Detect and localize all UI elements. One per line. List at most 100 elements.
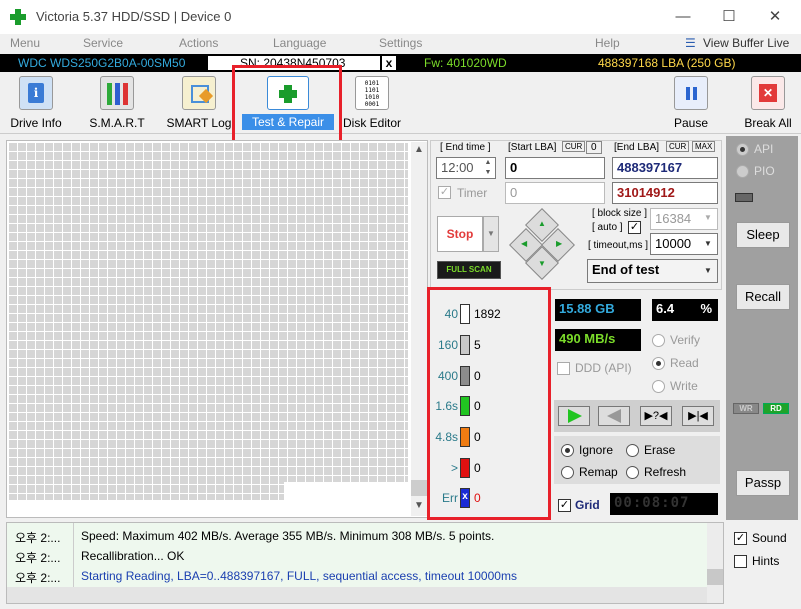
play-icon[interactable] bbox=[558, 406, 590, 426]
end-lba-label: [End LBA] bbox=[614, 142, 660, 153]
auto-checkbox[interactable]: ✓ bbox=[628, 221, 641, 234]
scroll-down-icon[interactable]: ▼ bbox=[414, 500, 424, 511]
break-all-button[interactable]: ✕ Break All bbox=[740, 76, 796, 130]
end-cur-button[interactable]: CUR bbox=[666, 141, 690, 152]
recall-button[interactable]: Recall bbox=[736, 284, 790, 310]
start-lba-input[interactable]: 0 bbox=[505, 157, 605, 179]
refresh-label: Refresh bbox=[644, 465, 687, 479]
passp-button[interactable]: Passp bbox=[736, 470, 790, 496]
notepad-icon bbox=[182, 76, 216, 110]
hints-checkbox[interactable] bbox=[734, 555, 747, 568]
maximize-button[interactable]: ☐ bbox=[714, 6, 744, 28]
timeout-label: [ timeout,ms ] bbox=[588, 240, 649, 251]
sleep-button[interactable]: Sleep bbox=[736, 222, 790, 248]
close-drive-icon[interactable]: x bbox=[382, 56, 396, 70]
stop-button[interactable]: Stop bbox=[437, 216, 483, 252]
end-time-spinner-icon[interactable]: ▲ ▼ bbox=[481, 158, 495, 178]
smart-log-label: SMART Log bbox=[166, 116, 232, 130]
end-max-button[interactable]: MAX bbox=[692, 141, 716, 152]
minimize-button[interactable]: — bbox=[668, 6, 698, 28]
auto-label: [ auto ] bbox=[592, 222, 623, 233]
smart-button[interactable]: S.M.A.R.T bbox=[86, 76, 148, 130]
end-of-test-chevron-down-icon: ▼ bbox=[704, 266, 712, 275]
break-all-label: Break All bbox=[744, 116, 792, 130]
log-row: 오후 2:... Starting Reading, LBA=0..488397… bbox=[7, 565, 707, 585]
menu-settings[interactable]: Settings bbox=[379, 36, 422, 50]
buffer-icon: ☰ bbox=[685, 36, 696, 50]
refresh-radio[interactable] bbox=[626, 466, 639, 479]
log-scroll-thumb[interactable] bbox=[707, 569, 723, 585]
scan-grid bbox=[8, 142, 408, 500]
erase-radio[interactable] bbox=[626, 444, 639, 457]
log-hscrollbar[interactable] bbox=[7, 587, 707, 603]
start-cur-value: 0 bbox=[586, 141, 602, 154]
close-button[interactable]: ✕ bbox=[760, 6, 790, 28]
drive-model: WDC WDS250G2B0A-00SM50 bbox=[18, 56, 186, 70]
end-lba-input[interactable]: 488397167 bbox=[612, 157, 718, 179]
grid-checkbox[interactable]: ✓ bbox=[558, 499, 571, 512]
scroll-thumb[interactable] bbox=[411, 480, 427, 496]
disk-editor-button[interactable]: 0101 1101 1010 0001 Disk Editor bbox=[342, 76, 402, 130]
smart-log-button[interactable]: SMART Log bbox=[164, 76, 234, 130]
block-size-label: [ block size ] bbox=[592, 208, 648, 219]
end-of-test-select[interactable]: End of test bbox=[587, 259, 718, 283]
erase-label: Erase bbox=[644, 443, 676, 457]
rewind-icon[interactable] bbox=[598, 406, 630, 426]
stop-x-icon: ✕ bbox=[751, 76, 785, 110]
ddd-api-label: DDD (API) bbox=[575, 361, 632, 375]
menu-bar: Menu Service Actions Language Settings H… bbox=[0, 34, 801, 54]
verify-radio[interactable] bbox=[652, 334, 665, 347]
remap-label: Remap bbox=[579, 465, 618, 479]
direction-pad: ▲ ◀ ▶ ▼ bbox=[509, 208, 576, 280]
api-radio[interactable] bbox=[736, 143, 749, 156]
stop-dropdown-icon[interactable]: ▼ bbox=[483, 216, 499, 252]
test-tubes-icon bbox=[100, 76, 134, 110]
menu-menu[interactable]: Menu bbox=[10, 36, 40, 50]
write-label: Write bbox=[670, 379, 698, 393]
timer-label: Timer bbox=[457, 186, 488, 200]
scroll-up-icon[interactable]: ▲ bbox=[414, 144, 424, 155]
end-time-label: [ End time ] bbox=[440, 142, 491, 153]
read-radio[interactable] bbox=[652, 357, 665, 370]
pause-button[interactable]: Pause bbox=[668, 76, 714, 130]
menu-language[interactable]: Language bbox=[273, 36, 326, 50]
status-indicator bbox=[735, 193, 753, 202]
sound-checkbox[interactable]: ✓ bbox=[734, 532, 747, 545]
elapsed-timer: 00:08:07 bbox=[610, 493, 718, 515]
log-row: 오후 2:... Speed: Maximum 402 MB/s. Averag… bbox=[7, 525, 707, 545]
menu-actions[interactable]: Actions bbox=[179, 36, 218, 50]
timer-checkbox[interactable]: ✓ bbox=[438, 186, 451, 199]
remap-radio[interactable] bbox=[561, 466, 574, 479]
log-vscrollbar[interactable] bbox=[707, 523, 723, 603]
menu-service[interactable]: Service bbox=[83, 36, 123, 50]
full-scan-button[interactable]: FULL SCAN bbox=[437, 261, 501, 279]
verify-label: Verify bbox=[670, 333, 701, 347]
pio-radio[interactable] bbox=[736, 165, 749, 178]
start-cur-button[interactable]: CUR bbox=[562, 141, 586, 152]
toolbar: i Drive Info S.M.A.R.T SMART Log Test & … bbox=[0, 72, 801, 134]
scan-grid-remaining bbox=[284, 482, 408, 502]
menu-help[interactable]: Help bbox=[595, 36, 620, 50]
block-size-chevron-down-icon: ▼ bbox=[704, 213, 712, 222]
skip-end-icon[interactable]: ▶|◀ bbox=[682, 406, 714, 426]
drive-lba-size: 488397168 LBA (250 GB) bbox=[598, 56, 736, 70]
grid-scrollbar[interactable]: ▲ ▼ bbox=[411, 142, 427, 516]
speed-readout: 490 MB/s bbox=[555, 329, 641, 351]
percent-readout: 6.4 % bbox=[652, 299, 718, 321]
skip-unknown-icon[interactable]: ▶?◀ bbox=[640, 406, 672, 426]
timeout-chevron-down-icon: ▼ bbox=[704, 239, 712, 248]
wr-indicator: WR bbox=[733, 403, 759, 414]
grid-label: Grid bbox=[575, 498, 600, 512]
read-label: Read bbox=[670, 356, 699, 370]
highlight-legend bbox=[427, 287, 551, 520]
write-radio[interactable] bbox=[652, 380, 665, 393]
drive-info-bar: WDC WDS250G2B0A-00SM50 SN: 20438N450703 … bbox=[0, 54, 801, 72]
smart-label: S.M.A.R.T bbox=[89, 116, 145, 130]
view-buffer-live[interactable]: View Buffer Live bbox=[703, 36, 789, 50]
ddd-api-checkbox[interactable] bbox=[557, 362, 570, 375]
drive-info-button[interactable]: i Drive Info bbox=[6, 76, 66, 130]
ignore-radio[interactable] bbox=[561, 444, 574, 457]
pause-icon bbox=[674, 76, 708, 110]
percent-sign: % bbox=[700, 301, 712, 316]
timer-input[interactable]: 0 bbox=[505, 182, 605, 204]
